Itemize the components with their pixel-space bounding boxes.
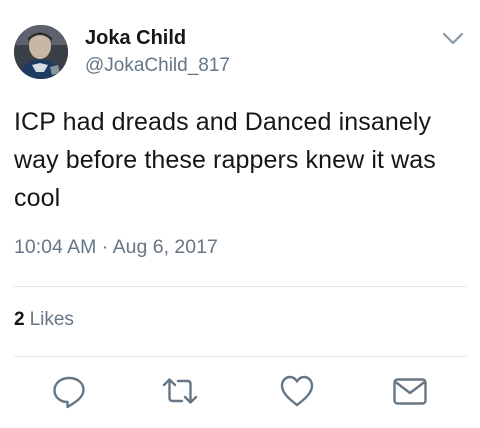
avatar[interactable]: [14, 25, 68, 79]
likes-label: Likes: [29, 309, 74, 330]
divider: [14, 356, 467, 357]
avatar-image: [14, 25, 68, 79]
like-button[interactable]: [278, 372, 316, 410]
retweet-button[interactable]: [161, 372, 199, 410]
chevron-down-icon: [442, 32, 464, 45]
tweet-text: ICP had dreads and Danced insanely way b…: [14, 108, 436, 212]
share-via-message-button[interactable]: [391, 372, 429, 410]
tweet-card: Joka Child @JokaChild_817 ICP had dreads…: [0, 0, 480, 428]
likes-count: 2: [14, 309, 25, 330]
retweet-icon: [162, 378, 198, 404]
reply-icon: [53, 376, 85, 409]
display-name[interactable]: Joka Child: [85, 27, 186, 50]
tweet-menu-button[interactable]: [440, 28, 466, 48]
user-handle[interactable]: @JokaChild_817: [85, 55, 230, 77]
likes-stat[interactable]: 2 Likes: [14, 309, 74, 331]
reply-button[interactable]: [50, 372, 88, 410]
tweet-timestamp[interactable]: 10:04 AM · Aug 6, 2017: [14, 236, 218, 259]
heart-icon: [280, 375, 314, 407]
divider: [14, 286, 467, 287]
envelope-icon: [393, 378, 427, 405]
